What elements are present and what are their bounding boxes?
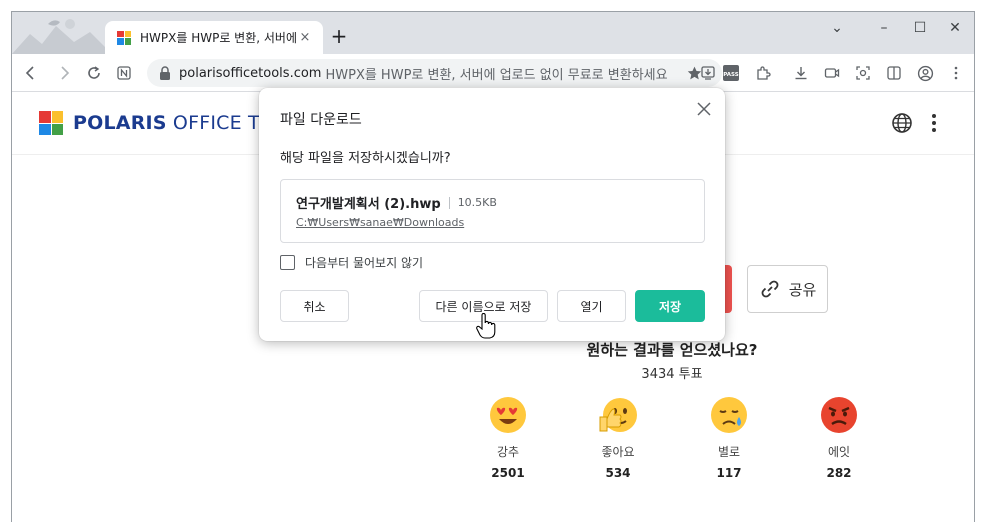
minimize-button[interactable]: – [874, 18, 894, 38]
polaris-logo-icon [39, 111, 63, 135]
url-host: polarisofficetools.com [179, 65, 322, 81]
naver-extension-icon[interactable] [114, 63, 134, 83]
reaction-count: 2501 [491, 466, 525, 480]
open-button[interactable]: 열기 [557, 290, 626, 322]
dialog-close-icon[interactable] [695, 100, 713, 118]
address-bar[interactable]: polarisofficetools.com HWPX를 HWP로 변환, 서버… [147, 59, 722, 87]
close-window-button[interactable]: ✕ [945, 18, 965, 38]
tab-search-chevron-icon[interactable]: ⌄ [827, 18, 847, 38]
reaction-label: 별로 [717, 445, 741, 459]
new-tab-button[interactable]: + [328, 26, 350, 48]
maximize-button[interactable]: ☐ [910, 18, 930, 38]
pass-extension-icon[interactable]: PASS [721, 63, 741, 83]
reaction-count: 534 [605, 466, 631, 480]
sad-tear-emoji-icon [711, 397, 747, 433]
hand-pointer-cursor-icon [476, 313, 496, 339]
file-download-dialog: 파일 다운로드 해당 파일을 저장하시겠습니까? 연구개발계획서 (2).hwp… [259, 88, 725, 341]
reaction-meh[interactable]: 별로 117 [699, 395, 759, 480]
cancel-button[interactable]: 취소 [280, 290, 349, 322]
reaction-label: 좋아요 [601, 445, 635, 459]
tab-close-icon[interactable]: × [297, 30, 313, 45]
thumbs-up-emoji-icon [599, 398, 637, 432]
browser-menu-icon[interactable] [946, 63, 966, 83]
reaction-label: 강추 [496, 445, 520, 459]
tab-active[interactable]: HWPX를 HWP로 변환, 서버에 업 × [105, 21, 323, 54]
site-menu-icon[interactable] [921, 110, 947, 136]
extensions-puzzle-icon[interactable] [753, 63, 773, 83]
file-name: 연구개발계획서 (2).hwp [296, 197, 441, 212]
heart-eyes-emoji-icon [490, 397, 526, 433]
globe-language-icon[interactable] [889, 110, 915, 136]
file-info-line: 연구개발계획서 (2).hwp 10.5KB [296, 193, 497, 212]
reload-icon[interactable] [84, 63, 104, 83]
lock-icon [160, 66, 170, 80]
file-info-box: 연구개발계획서 (2).hwp 10.5KB C:₩Users₩sanae₩Do… [280, 179, 705, 243]
dont-ask-again-row[interactable]: 다음부터 물어보지 않기 [280, 254, 423, 271]
vote-count: 3434 투표 [641, 367, 703, 382]
reaction-count: 282 [826, 466, 852, 480]
share-button[interactable]: 공유 [747, 265, 828, 313]
tab-title: HWPX를 HWP로 변환, 서버에 업 [140, 31, 297, 45]
logo-text-bold: POLARIS [73, 112, 167, 134]
cast-video-icon[interactable] [822, 63, 842, 83]
side-panel-icon[interactable] [884, 63, 904, 83]
dialog-title: 파일 다운로드 [280, 112, 362, 128]
polaris-favicon-icon [117, 30, 131, 45]
dont-ask-again-label[interactable]: 다음부터 물어보지 않기 [305, 254, 423, 271]
reaction-like[interactable]: 좋아요 534 [588, 395, 648, 480]
reaction-label: 에잇 [827, 445, 851, 459]
angry-face-emoji-icon [821, 397, 857, 433]
reaction-angry[interactable]: 에잇 282 [809, 395, 869, 480]
theme-decoration-image [12, 19, 112, 54]
back-arrow-icon[interactable] [21, 63, 41, 83]
bookmark-star-icon[interactable] [684, 63, 704, 83]
file-path-link[interactable]: C:₩Users₩sanae₩Downloads [296, 216, 464, 229]
tab-strip: HWPX를 HWP로 변환, 서버에 업 × + ⌄ – ☐ ✕ [12, 12, 974, 54]
reaction-strongly-recommend[interactable]: 강추 2501 [478, 395, 538, 480]
dialog-question: 해당 파일을 저장하시겠습니까? [280, 151, 451, 166]
file-size: 10.5KB [457, 196, 497, 209]
link-icon [761, 280, 779, 298]
browser-toolbar: polarisofficetools.com HWPX를 HWP로 변환, 서버… [12, 54, 974, 92]
result-question: 원하는 결과를 얻으셨나요? [586, 341, 758, 359]
pass-extension-label: PASS [723, 72, 738, 78]
screenshot-icon[interactable] [853, 63, 873, 83]
dont-ask-again-checkbox[interactable] [280, 255, 295, 270]
forward-arrow-icon[interactable] [54, 63, 74, 83]
file-info-divider [448, 196, 450, 209]
share-label: 공유 [788, 280, 817, 299]
profile-avatar-icon[interactable] [915, 63, 935, 83]
url-page-title: HWPX를 HWP로 변환, 서버에 업로드 없이 무료로 변환하세요 [325, 67, 668, 83]
reaction-count: 117 [716, 466, 742, 480]
save-button[interactable]: 저장 [635, 290, 705, 322]
downloads-icon[interactable] [791, 63, 811, 83]
